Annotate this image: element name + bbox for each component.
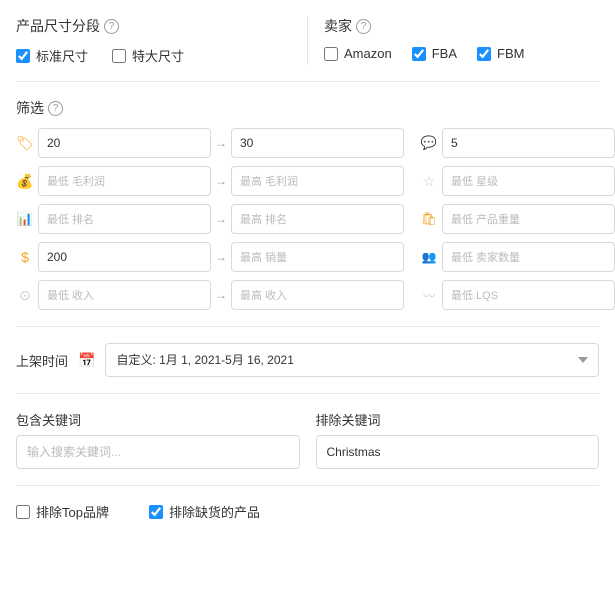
include-keywords-input[interactable] xyxy=(16,435,300,469)
price-min-input[interactable] xyxy=(38,128,211,158)
lqs-min-input[interactable] xyxy=(442,280,615,310)
arrow-3: → xyxy=(215,174,227,188)
exclude-top-brand-checkbox[interactable] xyxy=(16,505,30,519)
exclude-out-of-stock-checkbox[interactable] xyxy=(149,505,163,519)
sales-filter-row: $ → xyxy=(16,242,404,272)
reviews-filter-row: 💬 → xyxy=(420,128,615,158)
rank-icon: 📊 xyxy=(16,211,34,227)
calendar-icon: 📅 xyxy=(78,352,95,369)
lqs-filter-row: 〰 → xyxy=(420,280,615,310)
seller-help-icon[interactable]: ? xyxy=(356,19,371,34)
profit-min-input[interactable] xyxy=(38,166,211,196)
bottom-options: 排除Top品牌 排除缺货的产品 xyxy=(16,502,599,521)
exclude-top-brand-label: 排除Top品牌 xyxy=(36,502,109,521)
arrow-9: → xyxy=(215,288,227,302)
rank-min-input[interactable] xyxy=(38,204,211,234)
top-sections: 产品尺寸分段 ? 标准尺寸 特大尺寸 卖家 ? Amazon xyxy=(16,16,599,65)
profit-icon: 💰 xyxy=(16,173,34,190)
filter-section: 筛选 ? 🏷 → 💬 → 💰 → ☆ → xyxy=(16,98,599,310)
filter-row-5: ⊙ → 〰 → xyxy=(16,280,599,310)
divider-3 xyxy=(16,393,599,394)
shelf-time-label: 上架时间 xyxy=(16,351,68,370)
filter-row-2: 💰 → ☆ → xyxy=(16,166,599,196)
filter-row-3: 📊 → 🛍 → xyxy=(16,204,599,234)
divider-4 xyxy=(16,485,599,486)
revenue-filter-row: ⊙ → xyxy=(16,280,404,310)
rank-max-input[interactable] xyxy=(231,204,404,234)
shelf-time-select[interactable]: 自定义: 1月 1, 2021-5月 16, 2021 xyxy=(105,343,599,377)
filter-label: 筛选 xyxy=(16,98,44,118)
product-size-help-icon[interactable]: ? xyxy=(104,19,119,34)
sellers-min-input[interactable] xyxy=(442,242,615,272)
include-keywords-label: 包含关键词 xyxy=(16,410,300,429)
product-size-options: 标准尺寸 特大尺寸 xyxy=(16,46,291,65)
sales-max-input[interactable] xyxy=(231,242,404,272)
weight-min-input[interactable] xyxy=(442,204,615,234)
standard-size-label: 标准尺寸 xyxy=(36,46,88,65)
exclude-keywords-col: 排除关键词 xyxy=(316,410,600,469)
filter-row-1: 🏷 → 💬 → xyxy=(16,128,599,158)
users-icon: 👥 xyxy=(420,250,438,264)
revenue-max-input[interactable] xyxy=(231,280,404,310)
large-size-checkbox[interactable] xyxy=(112,49,126,63)
divider-1 xyxy=(16,81,599,82)
standard-size-option[interactable]: 标准尺寸 xyxy=(16,46,88,65)
amazon-option[interactable]: Amazon xyxy=(324,46,392,61)
arrow-1: → xyxy=(215,136,227,150)
exclude-keywords-input[interactable] xyxy=(316,435,600,469)
tag-icon: 🏷 xyxy=(16,135,34,152)
rating-min-input[interactable] xyxy=(442,166,615,196)
price-max-input[interactable] xyxy=(231,128,404,158)
keywords-section: 包含关键词 排除关键词 xyxy=(16,410,599,469)
weight-filter-row: 🛍 → xyxy=(420,204,615,234)
sales-min-input[interactable] xyxy=(38,242,211,272)
star-icon: ☆ xyxy=(420,173,438,190)
chat-icon: 💬 xyxy=(420,135,438,151)
divider-2 xyxy=(16,326,599,327)
amazon-label: Amazon xyxy=(344,46,392,61)
seller-options: Amazon FBA FBM xyxy=(324,46,599,61)
exclude-out-of-stock-label: 排除缺货的产品 xyxy=(169,502,260,521)
exclude-top-brand-option[interactable]: 排除Top品牌 xyxy=(16,502,109,521)
product-size-section: 产品尺寸分段 ? 标准尺寸 特大尺寸 xyxy=(16,16,308,65)
dollar-icon: $ xyxy=(16,249,34,265)
fba-checkbox[interactable] xyxy=(412,47,426,61)
profit-filter-row: 💰 → xyxy=(16,166,404,196)
sellers-filter-row: 👥 → xyxy=(420,242,615,272)
revenue-icon: ⊙ xyxy=(16,287,34,304)
filter-row-4: $ → 👥 → xyxy=(16,242,599,272)
seller-title: 卖家 ? xyxy=(324,16,599,36)
reviews-min-input[interactable] xyxy=(442,128,615,158)
shelf-time-section: 上架时间 📅 自定义: 1月 1, 2021-5月 16, 2021 xyxy=(16,343,599,377)
amazon-checkbox[interactable] xyxy=(324,47,338,61)
price-filter-row: 🏷 → xyxy=(16,128,404,158)
include-keywords-col: 包含关键词 xyxy=(16,410,300,469)
fbm-checkbox[interactable] xyxy=(477,47,491,61)
lqs-icon: 〰 xyxy=(420,287,438,304)
exclude-out-of-stock-option[interactable]: 排除缺货的产品 xyxy=(149,502,260,521)
profit-max-input[interactable] xyxy=(231,166,404,196)
arrow-7: → xyxy=(215,250,227,264)
rating-filter-row: ☆ → xyxy=(420,166,615,196)
seller-label: 卖家 xyxy=(324,16,352,36)
standard-size-checkbox[interactable] xyxy=(16,49,30,63)
weight-icon: 🛍 xyxy=(420,211,438,227)
fbm-option[interactable]: FBM xyxy=(477,46,524,61)
seller-section: 卖家 ? Amazon FBA FBM xyxy=(308,16,599,65)
arrow-5: → xyxy=(215,212,227,226)
filter-title: 筛选 ? xyxy=(16,98,599,118)
rank-filter-row: 📊 → xyxy=(16,204,404,234)
fbm-label: FBM xyxy=(497,46,524,61)
product-size-label: 产品尺寸分段 xyxy=(16,16,100,36)
exclude-keywords-label: 排除关键词 xyxy=(316,410,600,429)
fba-option[interactable]: FBA xyxy=(412,46,457,61)
large-size-option[interactable]: 特大尺寸 xyxy=(112,46,184,65)
filter-help-icon[interactable]: ? xyxy=(48,101,63,116)
revenue-min-input[interactable] xyxy=(38,280,211,310)
product-size-title: 产品尺寸分段 ? xyxy=(16,16,291,36)
fba-label: FBA xyxy=(432,46,457,61)
large-size-label: 特大尺寸 xyxy=(132,46,184,65)
